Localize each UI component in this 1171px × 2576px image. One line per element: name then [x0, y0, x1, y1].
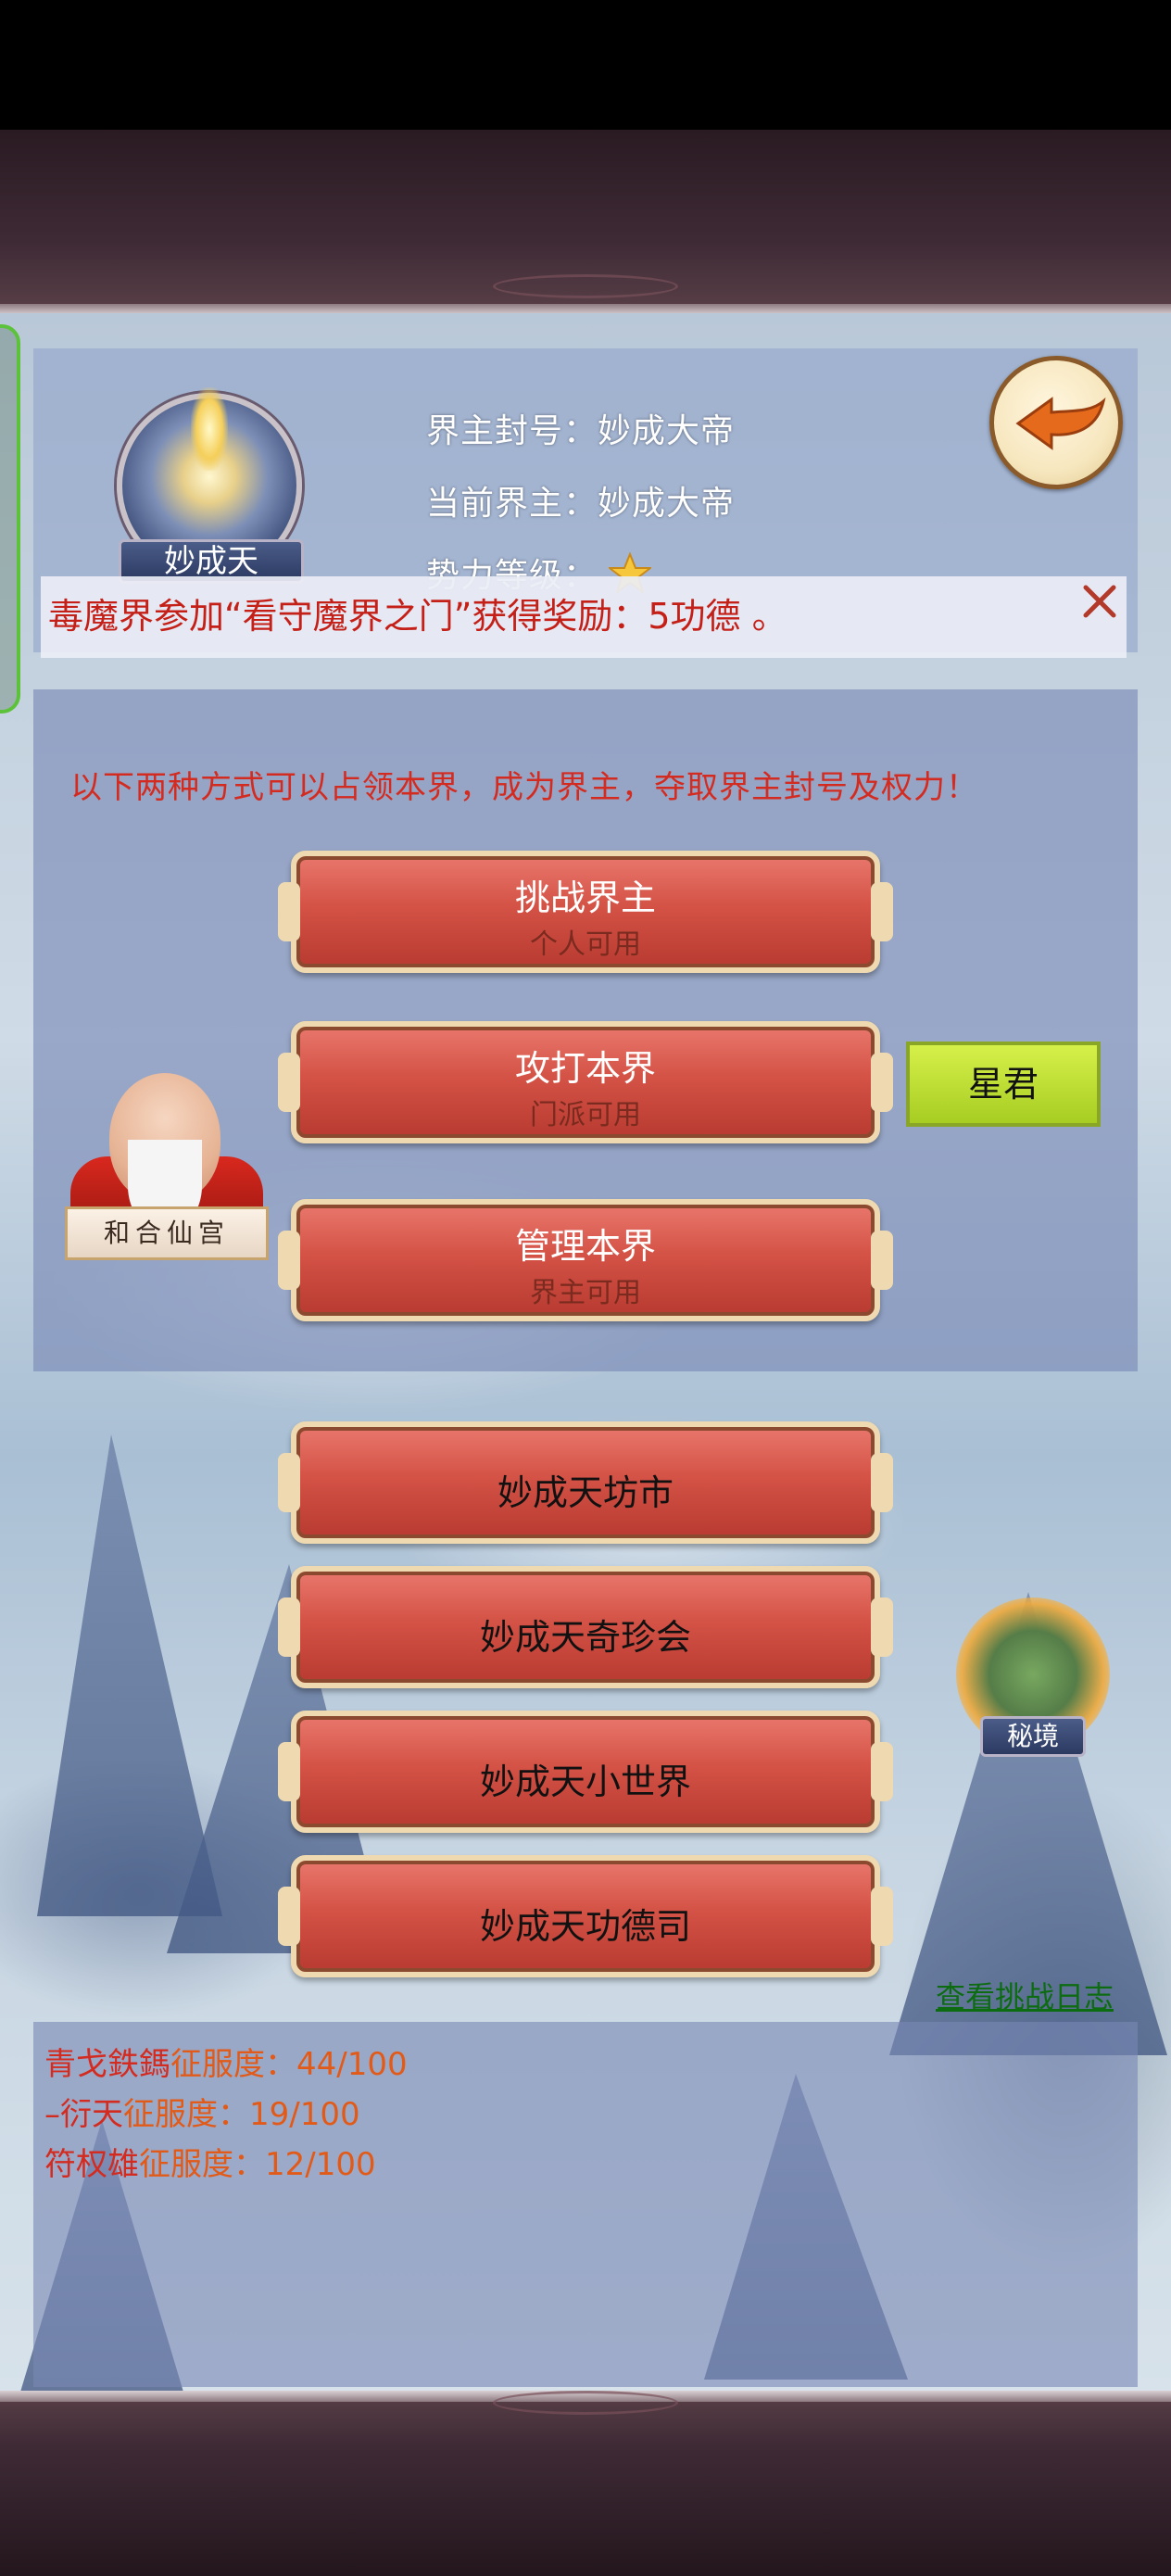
- close-ticker-button[interactable]: [1080, 582, 1119, 621]
- occupy-instruction: 以下两种方式可以占领本界，成为界主，夺取界主封号及权力！: [70, 769, 978, 806]
- treasure-auction-button[interactable]: 妙成天奇珍会: [278, 1566, 893, 1688]
- manage-realm-button[interactable]: 管理本界 界主可用: [278, 1199, 893, 1321]
- conquest-row: 青戈鉄鎷征服度：44/100: [44, 2039, 408, 2084]
- close-icon: [1083, 585, 1116, 618]
- small-world-button[interactable]: 妙成天小世界: [278, 1711, 893, 1833]
- back-button[interactable]: [989, 356, 1123, 489]
- star-lord-button[interactable]: 星君: [906, 1042, 1101, 1127]
- side-drawer-tab[interactable]: [0, 324, 20, 713]
- bottom-frame: [0, 2391, 1171, 2576]
- conquest-value: 12/100: [265, 2146, 376, 2183]
- conquest-value: 44/100: [296, 2046, 408, 2083]
- button-sublabel: 个人可用: [530, 928, 641, 961]
- mountain-shape: [37, 1434, 222, 1916]
- flame-icon: [191, 387, 228, 471]
- frame-ornament: [493, 2391, 678, 2415]
- button-label: 挑战界主: [514, 878, 656, 918]
- button-label: 妙成天功德司: [479, 1906, 691, 1947]
- ticker-message: 毒魔界参加“看守魔界之门”获得奖励：5功德 。: [48, 596, 787, 637]
- faction-name: 青戈鉄鎷: [44, 2046, 170, 2083]
- merit-office-button[interactable]: 妙成天功德司: [278, 1855, 893, 1977]
- frame-ornament: [493, 274, 678, 298]
- conquest-label: 征服度：: [123, 2096, 249, 2133]
- current-lord: 当前界主：妙成大帝: [426, 485, 736, 523]
- secret-realm-label: 秘境: [980, 1716, 1086, 1757]
- market-button[interactable]: 妙成天坊市: [278, 1421, 893, 1544]
- conquest-label: 征服度：: [170, 2046, 296, 2083]
- npc-name-plate: 和合仙宫: [65, 1206, 269, 1260]
- faction-name: –衍天: [44, 2096, 123, 2133]
- button-label: 妙成天奇珍会: [479, 1617, 691, 1658]
- conquest-value: 19/100: [249, 2096, 360, 2133]
- button-sublabel: 门派可用: [530, 1099, 641, 1131]
- status-bar-area: [0, 0, 1171, 130]
- back-arrow-icon: [1015, 397, 1106, 450]
- realm-lord-title: 界主封号：妙成大帝: [426, 412, 736, 450]
- button-sublabel: 界主可用: [530, 1277, 641, 1309]
- realm-avatar[interactable]: 妙成天: [104, 380, 343, 588]
- top-frame: [0, 130, 1171, 315]
- button-label: 攻打本界: [514, 1048, 656, 1089]
- secret-realm-button[interactable]: 秘境: [954, 1594, 1112, 1779]
- announcement-ticker: 毒魔界参加“看守魔界之门”获得奖励：5功德 。: [41, 576, 1127, 658]
- button-label: 管理本界: [514, 1226, 656, 1267]
- conquest-row: –衍天征服度：19/100: [44, 2089, 360, 2134]
- challenge-log-link[interactable]: 查看挑战日志: [936, 1974, 1114, 2016]
- npc-portrait[interactable]: 和合仙宫: [56, 1047, 278, 1269]
- faction-name: 符权雄: [44, 2146, 139, 2183]
- challenge-lord-button[interactable]: 挑战界主 个人可用: [278, 851, 893, 973]
- button-label: 妙成天坊市: [497, 1472, 674, 1513]
- conquest-row: 符权雄征服度：12/100: [44, 2139, 376, 2184]
- attack-realm-button[interactable]: 攻打本界 门派可用: [278, 1021, 893, 1143]
- button-label: 妙成天小世界: [479, 1762, 691, 1802]
- conquest-label: 征服度：: [139, 2146, 265, 2183]
